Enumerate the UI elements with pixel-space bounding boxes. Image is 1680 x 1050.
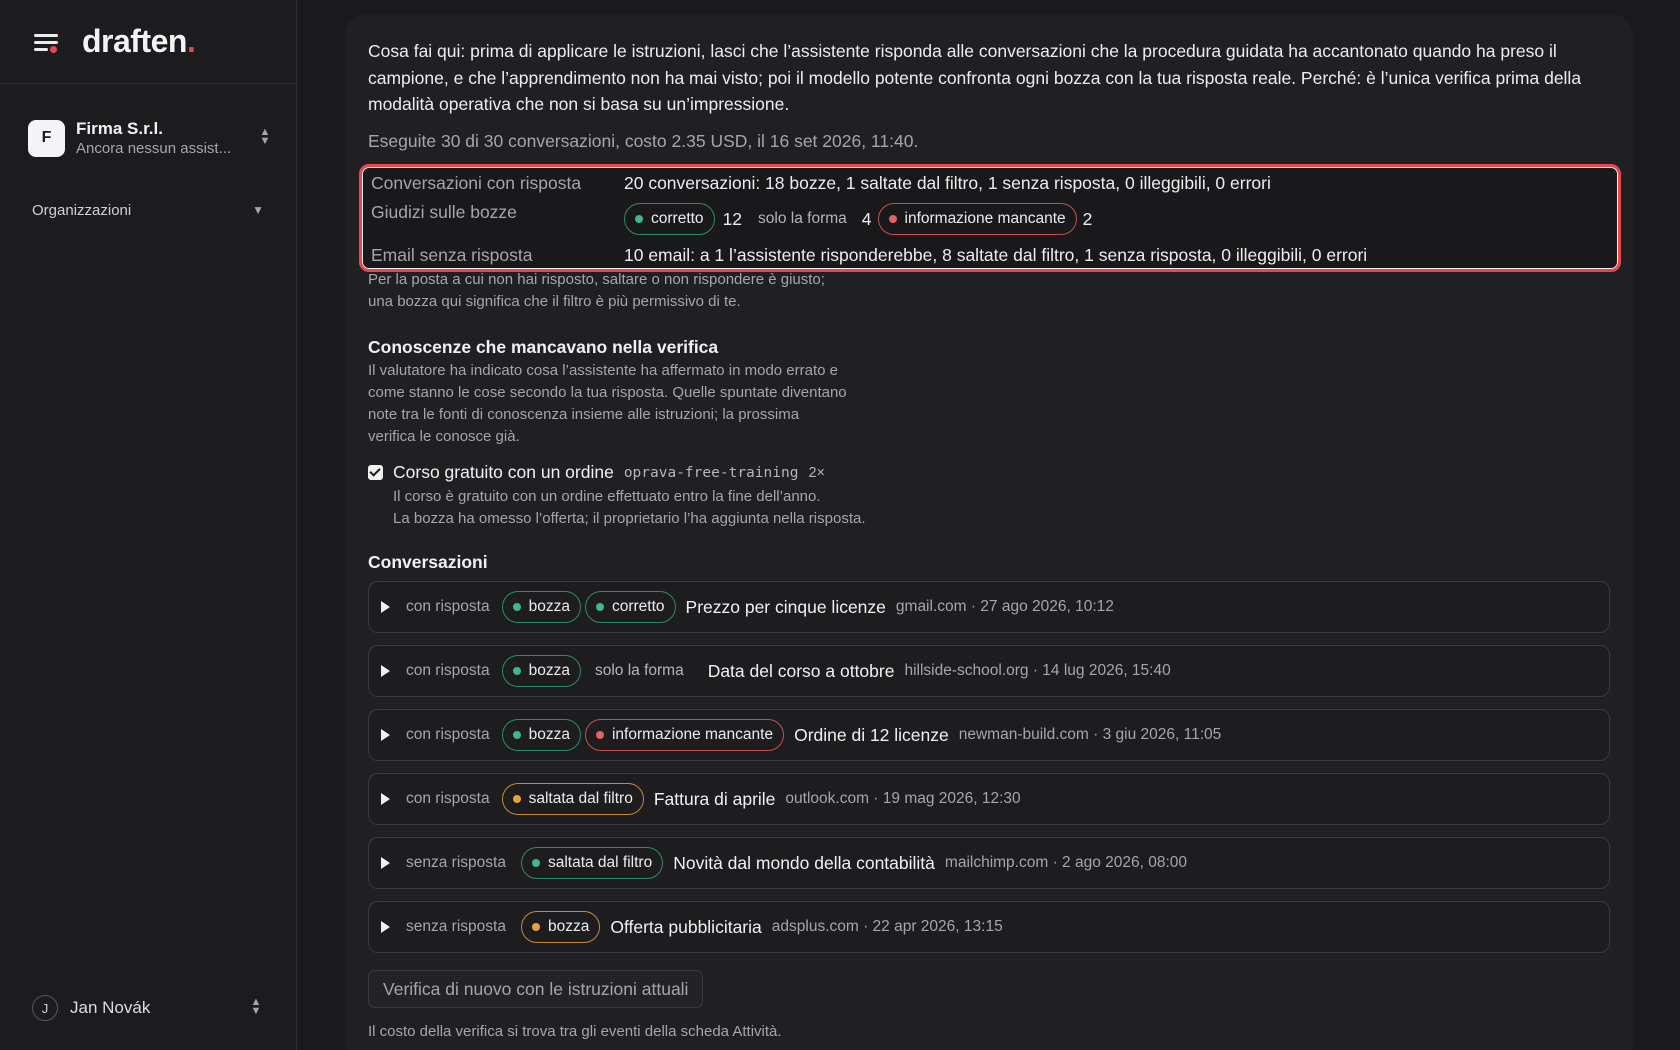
conversation-meta: mailchimp.com · 2 ago 2026, 08:00 [944,854,1188,871]
organization-switcher[interactable]: F Firma S.r.l. Ancora nessun assist... ▲… [28,116,273,160]
conversation-status: con risposta [406,726,490,743]
organization-avatar: F [28,119,65,157]
conversation-status: con risposta [406,790,490,807]
brand-row: draften. [0,0,296,84]
summary-replied-value: 20 conversazioni: 18 bozze, 1 saltate da… [624,173,1271,193]
conversation-row[interactable]: senza risposta bozza Offerta pubblicitar… [368,901,1610,953]
chevron-up-down-icon: ▲ ▼ [259,126,271,147]
unreplied-note: Per la posta a cui non hai risposto, sal… [368,271,825,310]
correct-badge: corretto [624,203,715,235]
conversation-subject: Novità dal mondo della contabilità [673,852,935,873]
draft-badge: bozza [501,591,581,623]
conversation-row[interactable]: con risposta bozza informazione mancante… [368,709,1610,761]
knowledge-item-checkbox[interactable] [368,465,383,480]
conversation-status: senza risposta [406,854,506,871]
draft-badge: bozza [501,719,581,751]
conversation-subject: Offerta pubblicitaria [610,916,762,937]
chevron-up-down-icon: ▲ ▼ [250,996,262,1017]
expand-triangle-icon [381,857,390,869]
summary-unreplied-label: Email senza risposta [371,245,533,265]
summary-unreplied-value: 10 email: a 1 l’assistente risponderebbe… [624,245,1368,265]
organization-subtitle: Ancora nessun assist... [76,139,232,157]
summary-unreplied-row: Email senza risposta 10 email: a 1 l’ass… [371,245,1367,266]
conversation-meta: newman-build.com · 3 giu 2026, 11:05 [958,726,1222,743]
expand-triangle-icon [381,793,390,805]
conversation-status: con risposta [406,662,490,679]
run-info: Eseguite 30 di 30 conversazioni, costo 2… [368,131,919,151]
summary-judgements-label: Giudizi sulle bozze [371,202,517,222]
knowledge-item-key: oprava-free-training [623,464,799,481]
conversation-subject: Fattura di aprile [653,788,776,809]
summary-judgements-row: Giudizi sulle bozze corretto 12 solo la … [371,202,1093,235]
filter-skipped-badge: saltata dal filtro [520,847,664,879]
conversation-subject: Ordine di 12 licenze [794,724,949,745]
intro-text: Cosa fai qui: prima di applicare le istr… [368,41,1582,115]
sidebar: draften. F Firma S.r.l. Ancora nessun as… [0,0,297,1050]
conversation-meta: hillside-school.org · 14 lug 2026, 15:40 [904,662,1171,679]
knowledge-item: Corso gratuito con un ordine oprava-free… [368,462,825,483]
conversation-meta: gmail.com · 27 ago 2026, 10:12 [895,598,1114,615]
organization-name: Firma S.r.l. [76,118,163,138]
chevron-down-icon: ▼ [252,203,264,217]
conversation-status: senza risposta [406,918,506,935]
conversation-status: con risposta [406,598,490,615]
summary-replied-row: Conversazioni con risposta 20 conversazi… [371,173,1271,194]
knowledge-title: Conoscenze che mancavano nella verifica [368,337,719,357]
conversation-subject: Data del corso a ottobre [707,660,895,681]
conversations-title: Conversazioni [368,552,488,572]
conversation-row[interactable]: con risposta saltata dal filtro Fattura … [368,773,1610,825]
expand-triangle-icon [381,601,390,613]
conversation-row[interactable]: con risposta bozza solo la forma Data de… [368,645,1610,697]
organizations-toggle[interactable]: Organizzazioni ▼ [32,198,264,222]
expand-triangle-icon [381,921,390,933]
user-name: Jan Novák [70,998,151,1017]
form-only-count: 4 [861,208,872,229]
conversation-row[interactable]: senza risposta saltata dal filtro Novità… [368,837,1610,889]
summary-replied-label: Conversazioni con risposta [371,173,582,193]
organizations-label: Organizzazioni [32,201,132,219]
verdict-badge: informazione mancante [584,719,785,751]
rerun-verification-button[interactable]: Verifica di nuovo con le istruzioni attu… [368,970,704,1008]
expand-triangle-icon [381,729,390,741]
user-avatar: J [32,995,58,1021]
conversation-row[interactable]: con risposta bozza corretto Prezzo per c… [368,581,1610,633]
form-only-label: solo la forma [758,210,847,227]
draft-badge: bozza [501,655,581,687]
knowledge-description: Il valutatore ha indicato cosa l’assiste… [368,362,847,445]
cost-footnote: Il costo della verifica si trova tra gli… [368,1023,782,1040]
conversation-subject: Prezzo per cinque licenze [685,596,886,617]
missing-info-badge: informazione mancante [877,203,1077,235]
knowledge-item-title: Corso gratuito con un ordine [393,462,614,482]
conversation-meta: adsplus.com · 22 apr 2026, 13:15 [771,918,1003,935]
knowledge-item-detail: Il corso è gratuito con un ordine effett… [393,488,866,527]
correct-count: 12 [722,208,743,229]
logo: draften. [82,23,196,59]
menu-icon[interactable] [32,30,60,54]
user-menu[interactable]: J Jan Novák ▲ ▼ [32,994,264,1022]
conversation-meta: outlook.com · 19 mag 2026, 12:30 [785,790,1021,807]
knowledge-item-count: 2× [808,464,825,481]
verdict-label: solo la forma [594,662,684,679]
verdict-badge: corretto [584,591,676,623]
filter-skipped-badge: saltata dal filtro [501,783,644,815]
expand-triangle-icon [381,665,390,677]
missing-info-count: 2 [1082,208,1093,229]
summary-box: Conversazioni con risposta 20 conversazi… [359,164,1621,272]
draft-badge: bozza [520,911,601,943]
